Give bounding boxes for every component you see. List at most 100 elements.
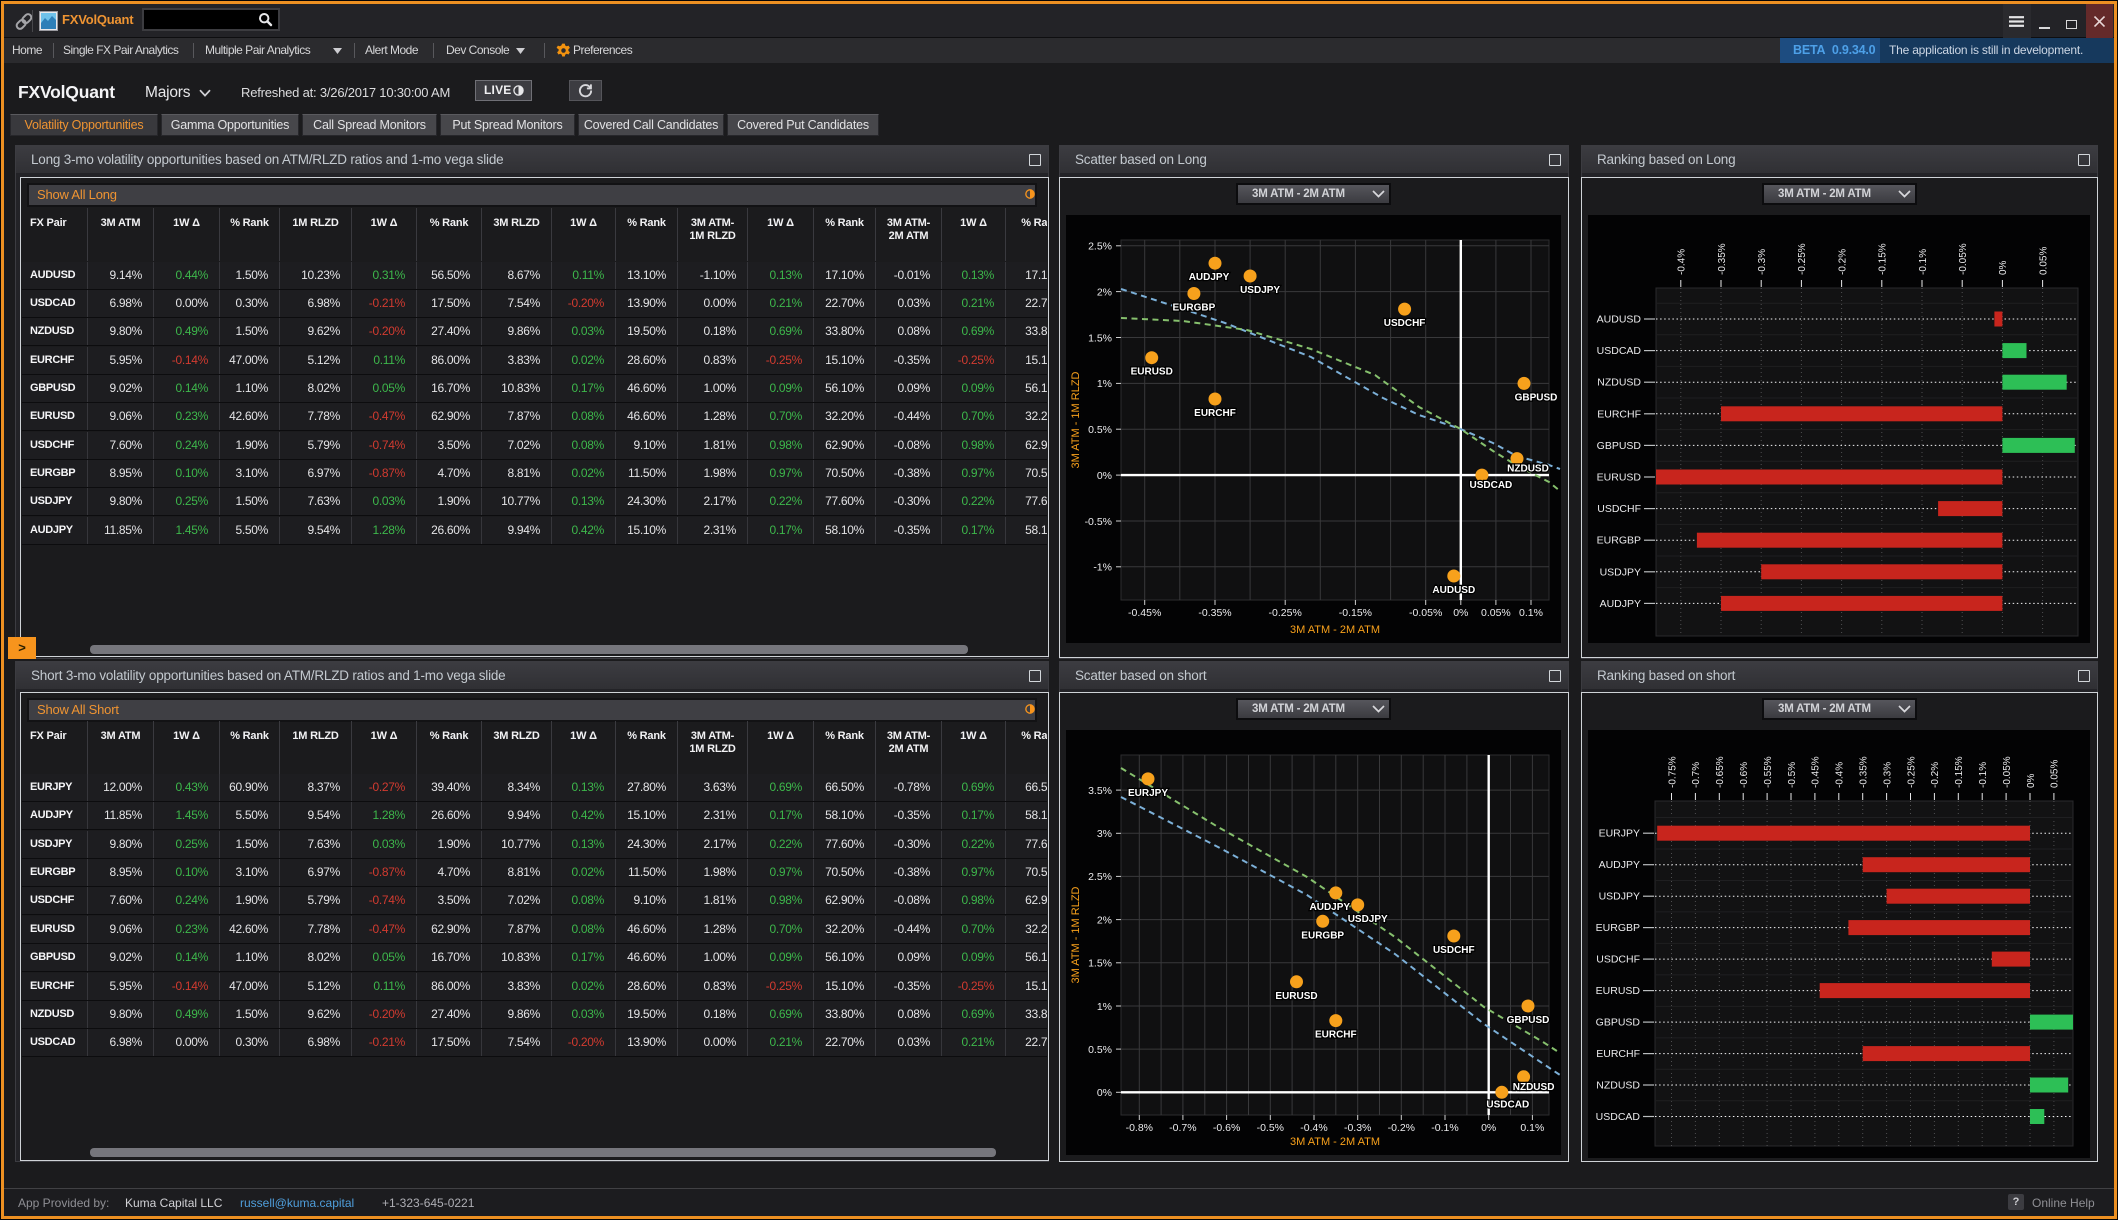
svg-text:-0.55%: -0.55% xyxy=(1763,756,1774,788)
svg-text:EURCHF: EURCHF xyxy=(1596,1048,1640,1060)
svg-text:EURCHF: EURCHF xyxy=(1597,408,1641,420)
svg-text:USDJPY: USDJPY xyxy=(1599,891,1640,903)
svg-text:-0.35%: -0.35% xyxy=(1859,756,1870,788)
svg-text:EURGBP: EURGBP xyxy=(1597,535,1641,547)
svg-text:3M ATM - 1M RLZD: 3M ATM - 1M RLZD xyxy=(1070,371,1082,468)
svg-text:-0.25%: -0.25% xyxy=(1906,756,1917,788)
svg-text:-0.5%: -0.5% xyxy=(1787,762,1798,788)
svg-text:NZDUSD: NZDUSD xyxy=(1596,1080,1640,1092)
svg-text:-0.25%: -0.25% xyxy=(1797,243,1808,275)
svg-text:-0.3%: -0.3% xyxy=(1757,249,1768,275)
svg-text:EURJPY: EURJPY xyxy=(1599,828,1640,840)
svg-text:-0.5%: -0.5% xyxy=(1257,1122,1284,1134)
svg-text:2%: 2% xyxy=(1097,914,1112,926)
svg-text:1%: 1% xyxy=(1097,378,1112,390)
svg-text:AUDJPY: AUDJPY xyxy=(1310,902,1351,913)
svg-text:EURUSD: EURUSD xyxy=(1597,472,1642,484)
svg-text:GBPUSD: GBPUSD xyxy=(1597,440,1642,452)
svg-text:1%: 1% xyxy=(1097,1001,1112,1013)
svg-text:EURUSD: EURUSD xyxy=(1275,991,1317,1002)
svg-text:EURCHF: EURCHF xyxy=(1315,1030,1357,1041)
svg-text:0.05%: 0.05% xyxy=(1481,607,1511,619)
svg-text:GBPUSD: GBPUSD xyxy=(1507,1015,1550,1026)
svg-text:EURGBP: EURGBP xyxy=(1173,303,1216,314)
svg-text:USDCAD: USDCAD xyxy=(1486,1099,1529,1110)
svg-text:GBPUSD: GBPUSD xyxy=(1515,392,1558,403)
svg-text:NZDUSD: NZDUSD xyxy=(1507,464,1549,475)
svg-text:3M ATM - 1M RLZD: 3M ATM - 1M RLZD xyxy=(1070,886,1082,983)
svg-text:-0.45%: -0.45% xyxy=(1811,756,1822,788)
svg-text:0%: 0% xyxy=(1097,1087,1112,1099)
svg-text:0%: 0% xyxy=(1453,607,1468,619)
svg-text:-0.15%: -0.15% xyxy=(1954,756,1965,788)
svg-text:-0.2%: -0.2% xyxy=(1837,249,1848,275)
svg-text:-0.65%: -0.65% xyxy=(1715,756,1726,788)
svg-text:3.5%: 3.5% xyxy=(1088,785,1112,797)
svg-text:-0.05%: -0.05% xyxy=(1409,607,1442,619)
svg-text:2.5%: 2.5% xyxy=(1088,241,1112,253)
svg-text:EURCHF: EURCHF xyxy=(1194,408,1236,419)
svg-text:-0.4%: -0.4% xyxy=(1677,249,1688,275)
svg-text:0.05%: 0.05% xyxy=(2050,760,2061,788)
svg-text:-0.25%: -0.25% xyxy=(1269,607,1302,619)
svg-text:USDCAD: USDCAD xyxy=(1597,345,1642,357)
svg-text:-0.7%: -0.7% xyxy=(1169,1122,1196,1134)
svg-text:0.05%: 0.05% xyxy=(2038,247,2049,275)
svg-text:USDCHF: USDCHF xyxy=(1597,503,1641,515)
svg-text:AUDJPY: AUDJPY xyxy=(1189,272,1230,283)
svg-text:-0.4%: -0.4% xyxy=(1300,1122,1327,1134)
svg-text:2%: 2% xyxy=(1097,286,1112,298)
svg-text:-0.6%: -0.6% xyxy=(1739,762,1750,788)
svg-text:0.5%: 0.5% xyxy=(1088,424,1112,436)
svg-text:0%: 0% xyxy=(2026,773,2037,788)
svg-text:-0.3%: -0.3% xyxy=(1344,1122,1371,1134)
svg-text:USDCAD: USDCAD xyxy=(1596,1111,1641,1123)
svg-text:0.1%: 0.1% xyxy=(1519,607,1543,619)
svg-text:-0.1%: -0.1% xyxy=(1978,762,1989,788)
svg-text:EURJPY: EURJPY xyxy=(1128,788,1168,799)
svg-text:-0.2%: -0.2% xyxy=(1930,762,1941,788)
svg-text:1.5%: 1.5% xyxy=(1088,958,1112,970)
svg-text:0%: 0% xyxy=(1481,1122,1496,1134)
svg-text:USDCHF: USDCHF xyxy=(1596,954,1640,966)
svg-text:GBPUSD: GBPUSD xyxy=(1596,1017,1641,1029)
svg-text:-0.15%: -0.15% xyxy=(1339,607,1372,619)
svg-text:AUDJPY: AUDJPY xyxy=(1600,598,1641,610)
svg-text:AUDJPY: AUDJPY xyxy=(1599,859,1640,871)
svg-text:0%: 0% xyxy=(1097,470,1112,482)
svg-text:USDCHF: USDCHF xyxy=(1433,945,1475,956)
svg-text:-0.3%: -0.3% xyxy=(1882,762,1893,788)
svg-text:-0.1%: -0.1% xyxy=(1431,1122,1458,1134)
svg-text:NZDUSD: NZDUSD xyxy=(1513,1082,1555,1093)
svg-text:-1%: -1% xyxy=(1093,562,1112,574)
svg-text:USDJPY: USDJPY xyxy=(1240,285,1280,296)
svg-text:0%: 0% xyxy=(1998,260,2009,275)
svg-text:-0.5%: -0.5% xyxy=(1085,516,1112,528)
svg-text:USDJPY: USDJPY xyxy=(1348,914,1388,925)
svg-text:-0.4%: -0.4% xyxy=(1835,762,1846,788)
svg-text:USDCHF: USDCHF xyxy=(1384,318,1426,329)
svg-text:-0.75%: -0.75% xyxy=(1667,756,1678,788)
svg-text:-0.35%: -0.35% xyxy=(1717,243,1728,275)
svg-text:-0.05%: -0.05% xyxy=(2002,756,2013,788)
svg-text:EURUSD: EURUSD xyxy=(1131,367,1173,378)
svg-text:-0.7%: -0.7% xyxy=(1691,762,1702,788)
svg-text:0.5%: 0.5% xyxy=(1088,1044,1112,1056)
svg-text:-0.8%: -0.8% xyxy=(1126,1122,1153,1134)
svg-text:-0.45%: -0.45% xyxy=(1128,607,1161,619)
svg-text:3M ATM - 2M ATM: 3M ATM - 2M ATM xyxy=(1290,1136,1380,1148)
svg-text:0.1%: 0.1% xyxy=(1520,1122,1544,1134)
svg-text:USDJPY: USDJPY xyxy=(1600,566,1641,578)
svg-text:-0.15%: -0.15% xyxy=(1878,243,1889,275)
svg-text:1.5%: 1.5% xyxy=(1088,332,1112,344)
svg-text:AUDUSD: AUDUSD xyxy=(1597,314,1642,326)
svg-text:USDCAD: USDCAD xyxy=(1470,480,1513,491)
svg-text:-0.6%: -0.6% xyxy=(1213,1122,1240,1134)
svg-text:-0.2%: -0.2% xyxy=(1388,1122,1415,1134)
svg-text:EURGBP: EURGBP xyxy=(1596,922,1640,934)
svg-text:NZDUSD: NZDUSD xyxy=(1597,377,1641,389)
svg-text:-0.05%: -0.05% xyxy=(1958,243,1969,275)
svg-text:EURGBP: EURGBP xyxy=(1301,930,1344,941)
svg-text:3%: 3% xyxy=(1097,828,1112,840)
svg-text:-0.1%: -0.1% xyxy=(1918,249,1929,275)
